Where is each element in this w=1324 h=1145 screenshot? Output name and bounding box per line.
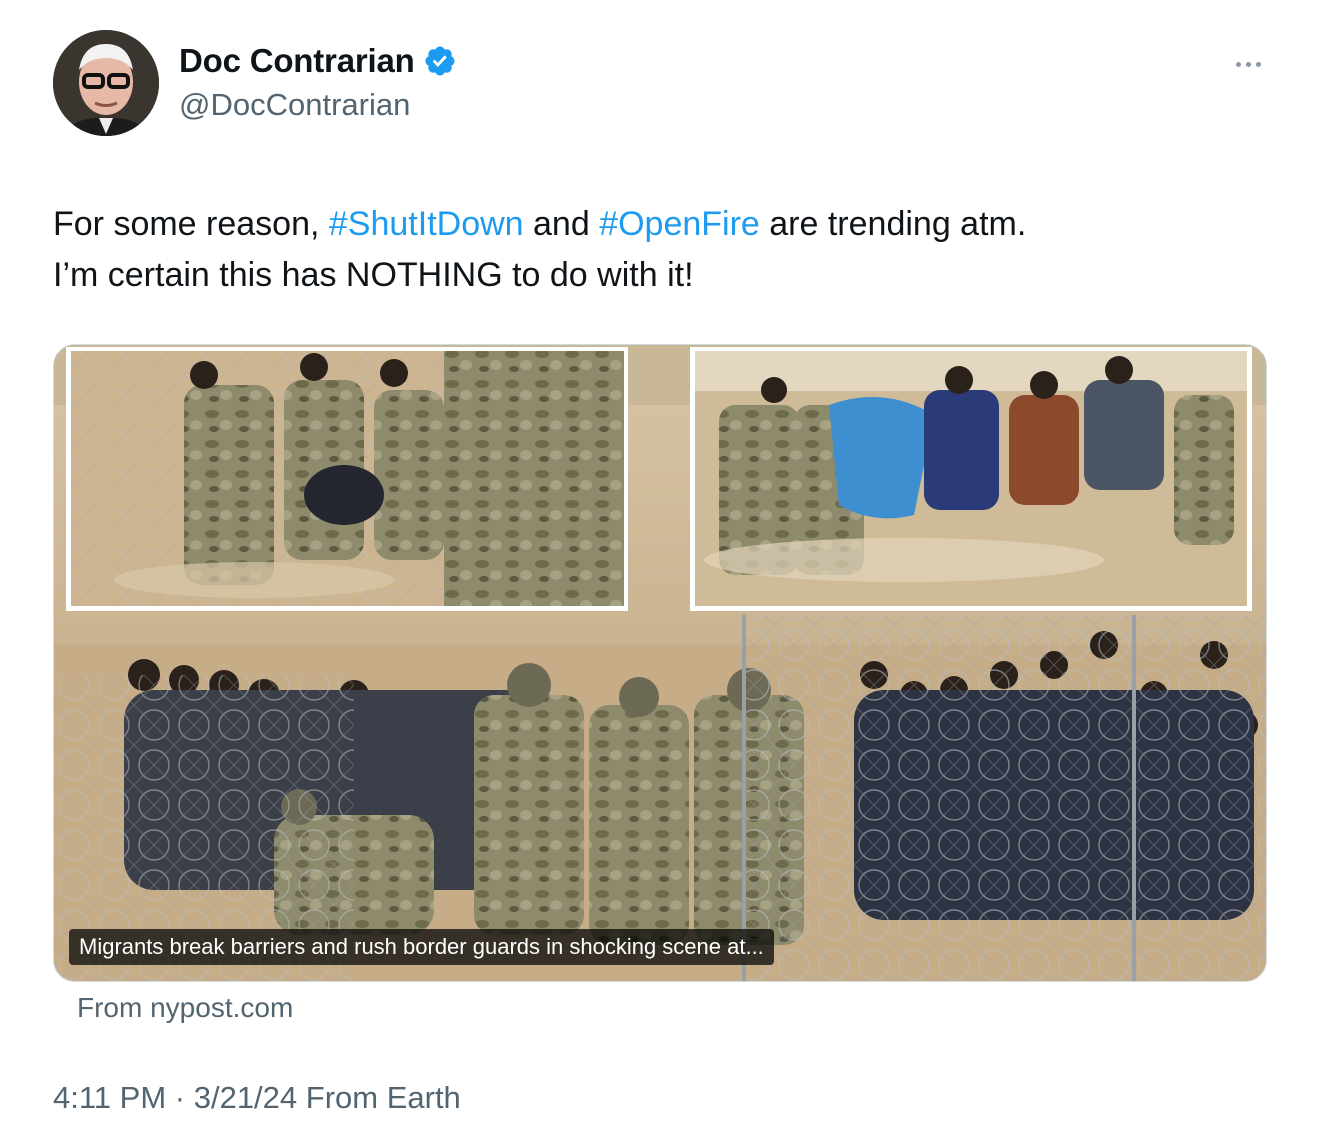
author-name-row[interactable]: Doc Contrarian [179,42,457,80]
more-horizontal-icon [1235,61,1241,67]
tweet-text-line-1: For some reason, #ShutItDown and #OpenFi… [53,205,1027,243]
hashtag-openfire[interactable]: #OpenFire [599,205,760,243]
link-card-caption[interactable]: Migrants break barriers and rush border … [69,929,774,965]
tweet-meta: 4:11 PM · 3/21/24 From Earth [53,1080,461,1115]
link-card-image[interactable] [53,344,1267,982]
display-name[interactable]: Doc Contrarian [179,42,415,80]
author-handle[interactable]: @DocContrarian [179,87,410,123]
tweet-date[interactable]: 3/21/24 [194,1080,297,1115]
avatar[interactable] [53,30,159,136]
tweet-text: For some reason, #ShutItDown and #OpenFi… [53,199,1253,301]
news-photo-collage [54,345,1266,981]
verified-badge-icon [423,44,457,78]
link-source[interactable]: From nypost.com [77,992,293,1024]
tweet-time[interactable]: 4:11 PM [53,1080,166,1115]
more-options-button[interactable] [1228,52,1268,76]
tweet-client: From Earth [297,1080,461,1115]
tweet-text-line-2: I’m certain this has NOTHING to do with … [53,256,694,294]
hashtag-shutitdown[interactable]: #ShutItDown [329,205,524,243]
